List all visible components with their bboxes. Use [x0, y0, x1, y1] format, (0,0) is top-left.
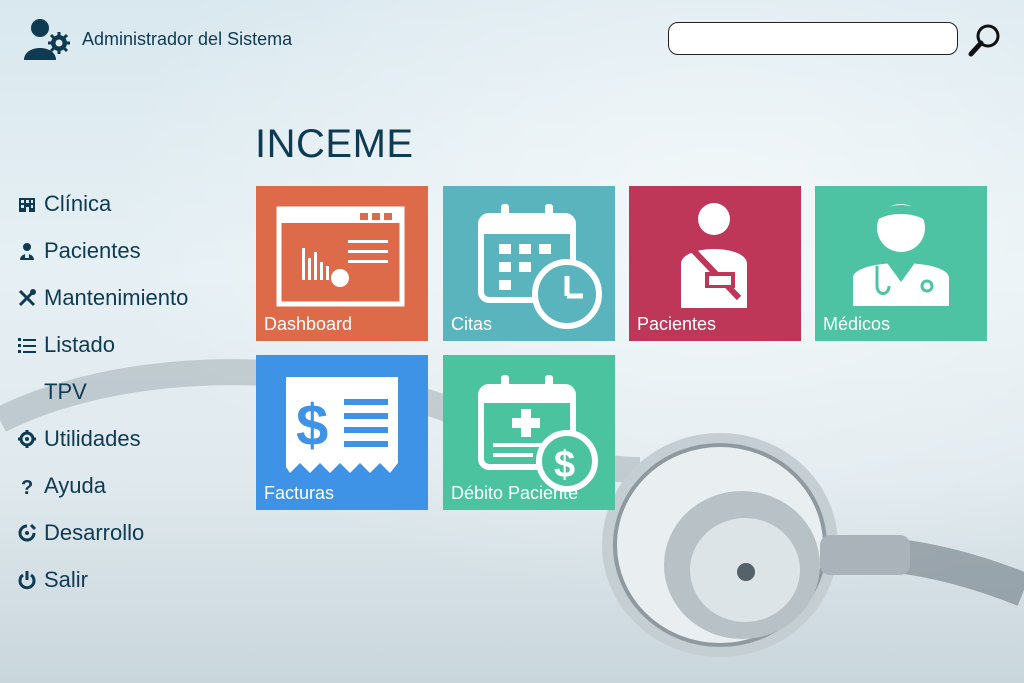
svg-text:$: $: [554, 444, 575, 486]
sidebar-item-desarrollo[interactable]: Desarrollo: [16, 509, 188, 556]
tile-debito-paciente[interactable]: $ Débito Paciente: [443, 355, 615, 510]
tile-label: Pacientes: [637, 314, 717, 334]
tile-label: Facturas: [264, 483, 335, 503]
sidebar-item-label: Listado: [44, 331, 115, 357]
patient-icon: [16, 240, 38, 262]
sidebar-item-utilidades[interactable]: Utilidades: [16, 415, 188, 462]
blank-icon: [16, 381, 38, 403]
sidebar-item-label: Clínica: [44, 190, 112, 216]
admin-user-gear-icon: [24, 19, 70, 60]
sidebar-item-label: Utilidades: [44, 425, 141, 451]
sidebar-item-label: Ayuda: [44, 472, 106, 498]
sidebar-item-pacientes[interactable]: Pacientes: [16, 227, 188, 274]
sidebar-item-listado[interactable]: Listado: [16, 321, 188, 368]
tile-pacientes[interactable]: Pacientes: [629, 186, 801, 341]
tools-icon: [16, 287, 38, 309]
sidebar-nav: Clínica Pacientes Mantenimiento Listado …: [16, 180, 188, 603]
sidebar-item-ayuda[interactable]: ? Ayuda: [16, 462, 188, 509]
power-icon: [16, 569, 38, 591]
sidebar-item-label: Pacientes: [44, 237, 141, 263]
dev-gear-icon: [16, 522, 38, 544]
tile-label: Médicos: [823, 314, 891, 334]
tile-medicos[interactable]: Médicos: [815, 186, 987, 341]
tile-label: Débito Paciente: [451, 483, 579, 503]
sidebar-item-tpv[interactable]: TPV: [16, 368, 188, 415]
sidebar-item-label: Desarrollo: [44, 519, 145, 545]
svg-text:$: $: [296, 393, 328, 458]
sidebar-item-label: Mantenimiento: [44, 284, 189, 310]
tile-label: Citas: [451, 314, 493, 334]
svg-text:?: ?: [21, 477, 33, 496]
tile-citas[interactable]: Citas: [443, 186, 615, 341]
sidebar-item-label: Salir: [44, 566, 89, 592]
list-icon: [16, 334, 38, 356]
search-icon[interactable]: [967, 22, 1003, 58]
building-icon: [16, 193, 38, 215]
gear-icon: [16, 428, 38, 450]
user-name-label: Administrador del Sistema: [82, 28, 293, 49]
sidebar-item-label: TPV: [44, 378, 87, 404]
search-input[interactable]: [668, 22, 958, 55]
sidebar-item-mantenimiento[interactable]: Mantenimiento: [16, 274, 188, 321]
sidebar-item-clinica[interactable]: Clínica: [16, 180, 188, 227]
tile-facturas[interactable]: $ Facturas: [256, 355, 428, 510]
question-icon: ?: [16, 475, 38, 497]
sidebar-item-salir[interactable]: Salir: [16, 556, 188, 603]
tile-dashboard[interactable]: Dashboard: [256, 186, 428, 341]
tile-label: Dashboard: [264, 314, 353, 334]
user-info: Administrador del Sistema: [22, 16, 292, 62]
page-title: INCEME: [255, 122, 414, 166]
